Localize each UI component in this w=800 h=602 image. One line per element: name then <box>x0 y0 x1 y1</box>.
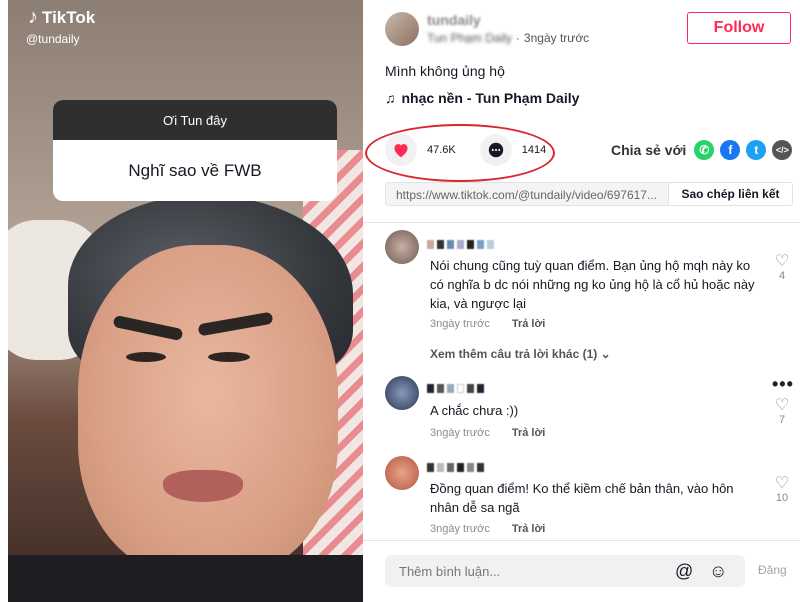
comment-like-count: 4 <box>778 270 786 282</box>
commenter-name-blurred[interactable] <box>427 380 487 393</box>
commenter-avatar[interactable] <box>385 456 419 490</box>
author-subline: Tun Phạm Daily · 3ngày trước <box>427 31 590 45</box>
comment-like-count: 7 <box>778 414 786 426</box>
left-eye <box>126 352 166 362</box>
reply-button[interactable]: Trả lời <box>512 523 546 535</box>
person-face <box>78 245 338 575</box>
link-bar: https://www.tiktok.com/@tundaily/video/6… <box>385 182 793 206</box>
comment-text: Đồng quan điểm! Ko thể kiềm chế bản thân… <box>430 481 734 515</box>
share-label: Chia sẻ với <box>611 142 687 158</box>
commenter-name-blurred[interactable] <box>427 459 487 472</box>
comment-text: A chắc chưa :)) <box>430 403 519 418</box>
heart-icon <box>394 144 408 158</box>
post-time: 3ngày trước <box>523 31 590 45</box>
question-header: Ơi Tun đây <box>53 100 337 140</box>
comment-like-count: 10 <box>775 492 789 504</box>
whatsapp-icon[interactable]: ✆ <box>694 140 715 160</box>
post-comment-button[interactable]: Đăng <box>758 563 787 577</box>
music-link[interactable]: ♫ nhạc nền - Tun Phạm Daily <box>385 90 579 106</box>
emoji-icon[interactable]: ☺ <box>709 561 727 582</box>
twitter-icon[interactable]: t <box>746 140 767 160</box>
comment-text: Nói chung cũng tuỳ quan điểm. Bạn ủng hộ… <box>430 258 755 311</box>
commenter-avatar[interactable] <box>385 230 419 264</box>
comment-placeholder: Thêm bình luận... <box>399 563 501 579</box>
person-mouth <box>163 470 243 502</box>
comment-meta: 3ngày trước Trả lời <box>430 427 545 439</box>
comment-time: 3ngày trước <box>430 427 490 439</box>
comment-meta: 3ngày trước Trả lời <box>430 318 545 330</box>
at-mention-icon[interactable]: @ <box>675 561 693 582</box>
comment-icon <box>488 142 503 158</box>
comment-time: 3ngày trước <box>430 523 490 535</box>
share-row: Chia sẻ với ✆ f t </> <box>611 140 793 160</box>
commenter-name-blurred[interactable] <box>427 236 497 249</box>
follow-button[interactable]: Follow <box>687 12 791 44</box>
tiktok-video-page: ♪ TikTok @tundaily Ơi Tun đây Nghĩ sao v… <box>0 0 800 602</box>
reply-button[interactable]: Trả lời <box>512 427 546 439</box>
comment-meta: 3ngày trước Trả lời <box>430 523 545 535</box>
video-watermark-handle: @tundaily <box>26 32 80 46</box>
comment-time: 3ngày trước <box>430 318 490 330</box>
video-player[interactable]: ♪ TikTok @tundaily Ơi Tun đây Nghĩ sao v… <box>8 0 363 602</box>
post-caption: Mình không ủng hộ <box>385 63 505 79</box>
like-heart-icon: ♡ <box>774 253 790 270</box>
comment-like[interactable]: ♡ 7 <box>772 397 792 427</box>
author-avatar[interactable] <box>385 12 419 46</box>
right-eye <box>208 352 250 362</box>
engagement-stats: 47.6K 1414 <box>385 134 560 166</box>
video-link[interactable]: https://www.tiktok.com/@tundaily/video/6… <box>386 183 668 205</box>
question-text: Nghĩ sao về FWB <box>128 160 262 180</box>
tiktok-logo-icon: ♪ <box>28 6 38 28</box>
like-heart-icon: ♡ <box>774 475 790 492</box>
comment-like[interactable]: ♡ 4 <box>772 253 792 283</box>
author-display-name: Tun Phạm Daily <box>427 31 512 45</box>
like-heart-icon: ♡ <box>774 397 790 414</box>
comment-button[interactable] <box>479 134 512 166</box>
reply-button[interactable]: Trả lời <box>512 318 546 330</box>
chevron-down-icon: ⌄ <box>600 347 611 361</box>
question-sticker: Ơi Tun đây Nghĩ sao về FWB <box>53 100 337 201</box>
facebook-icon[interactable]: f <box>720 140 741 160</box>
like-button[interactable] <box>385 134 417 166</box>
music-note-icon: ♫ <box>385 90 396 106</box>
tiktok-logo: ♪ TikTok <box>28 6 95 29</box>
comment-input[interactable]: Thêm bình luận... @ ☺ <box>385 555 745 587</box>
comment-count: 1414 <box>521 144 547 156</box>
tiktok-wordmark: TikTok <box>42 7 96 27</box>
like-count: 47.6K <box>427 144 456 156</box>
comment-like[interactable]: ♡ 10 <box>772 475 792 505</box>
author-username[interactable]: tundaily <box>427 12 481 28</box>
view-more-replies[interactable]: Xem thêm câu trả lời khác (1) ⌄ <box>430 347 611 361</box>
embed-icon[interactable]: </> <box>772 140 793 160</box>
details-panel: tundaily Tun Phạm Daily · 3ngày trước Fo… <box>363 0 800 602</box>
music-title: nhạc nền - Tun Phạm Daily <box>401 90 580 106</box>
more-dots-icon[interactable]: ••• <box>772 374 794 395</box>
copy-link-button[interactable]: Sao chép liên kết <box>668 183 792 205</box>
person-shirt <box>8 555 363 602</box>
commenter-avatar[interactable] <box>385 376 419 410</box>
divider <box>363 222 800 223</box>
